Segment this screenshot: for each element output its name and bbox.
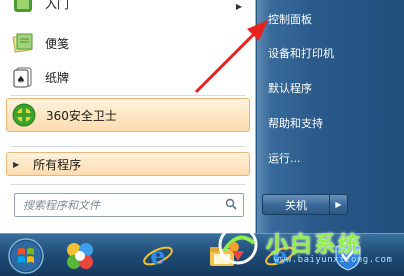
pinned-item-label: 360安全卫士 (46, 108, 117, 123)
pinned-item-label: 纸牌 (45, 70, 70, 85)
watermark-url: www.baiyunxitong.com (274, 255, 393, 265)
solitaire-icon: ♠ (10, 64, 36, 90)
shutdown-options-arrow-icon[interactable]: ▶ (330, 194, 348, 215)
right-item-devices-printers[interactable]: 设备和打印机 (262, 42, 392, 64)
taskbar-360-browser-button[interactable] (54, 236, 106, 276)
watermark-logo-icon (218, 225, 258, 265)
pinned-item-solitaire[interactable]: ♠ 纸牌 (6, 60, 250, 94)
right-item-control-panel[interactable]: 控制面板 (262, 8, 392, 30)
right-item-run[interactable]: 运行... (262, 147, 392, 169)
right-item-label: 设备和打印机 (268, 47, 334, 60)
search-input[interactable] (23, 198, 213, 212)
360-safe-guard-icon (11, 102, 37, 128)
play-arrow-icon: ▶ (13, 159, 20, 169)
submenu-arrow-icon[interactable]: ▶ (236, 2, 242, 11)
watermark: 小白系统 www.baiyunxitong.com (214, 219, 404, 273)
right-item-label: 默认程序 (268, 82, 312, 95)
divider (10, 95, 246, 96)
sticky-notes-icon (10, 30, 36, 56)
divider (10, 146, 246, 147)
right-item-label: 帮助和支持 (268, 117, 323, 130)
windows-orb-icon (8, 238, 44, 274)
pinned-item-getting-started[interactable]: 入门 ▶ (6, 0, 250, 20)
start-menu-left-pane: 入门 ▶ 便笺 ♠ 纸牌 360安全卫士 ▶ 所有程序 搜索程序和文件 (0, 0, 256, 233)
right-item-default-programs[interactable]: 默认程序 (262, 77, 392, 99)
taskbar-ie-button[interactable]: e (132, 236, 184, 276)
right-item-label: 控制面板 (268, 13, 312, 26)
svg-text:e: e (150, 241, 165, 270)
right-item-label: 运行... (268, 152, 301, 165)
divider (10, 184, 246, 185)
pinned-item-label: 便笺 (45, 36, 70, 51)
start-orb-button[interactable] (0, 236, 52, 276)
shutdown-group: 关机 ▶ (262, 194, 350, 215)
internet-explorer-icon: e (143, 241, 173, 270)
svg-text:♠: ♠ (17, 75, 26, 86)
getting-started-icon (10, 0, 36, 16)
360-browser-icon (67, 243, 93, 269)
search-icon[interactable] (225, 198, 237, 213)
pinned-item-sticky-notes[interactable]: 便笺 (6, 26, 250, 60)
pinned-item-360-safe[interactable]: 360安全卫士 (6, 98, 250, 132)
right-item-help-support[interactable]: 帮助和支持 (262, 112, 392, 134)
pinned-item-label: 入门 (45, 0, 70, 11)
shutdown-button[interactable]: 关机 (262, 194, 330, 215)
all-programs-button[interactable]: ▶ 所有程序 (6, 152, 250, 176)
search-box[interactable] (14, 193, 244, 217)
all-programs-label: 所有程序 (33, 157, 82, 172)
